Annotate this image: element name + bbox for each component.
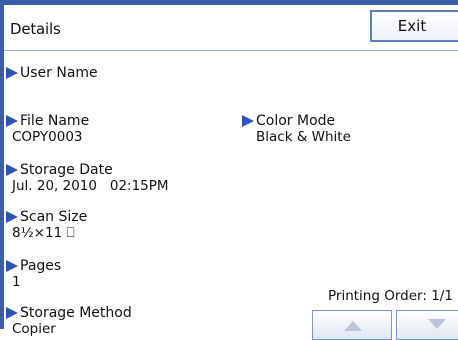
scan-size-value: 8½×11 ⎕ [12,225,75,241]
detail-color-mode: Color Mode Black & White [242,113,351,145]
storage-method-value: Copier [12,321,56,337]
color-mode-value: Black & White [256,129,351,145]
triangle-right-icon [6,164,18,176]
triangle-right-icon [6,307,18,319]
pages-label: Pages [20,258,62,274]
pages-value: 1 [12,274,21,290]
triangle-right-icon [6,211,18,223]
arrow-down-icon [428,319,446,329]
triangle-right-icon [6,115,18,127]
detail-scan-size: Scan Size 8½×11 ⎕ [6,209,87,241]
detail-storage-date: Storage Date Jul. 20, 2010 02:15PM [6,162,169,194]
storage-date-label: Storage Date [20,162,113,178]
storage-method-label: Storage Method [20,305,132,321]
printing-order: Printing Order: 1/1 [328,288,453,304]
triangle-right-icon [242,115,254,127]
arrow-up-icon [344,321,362,331]
printing-order-value: 1/1 [431,288,453,304]
detail-user-name: User Name [6,65,98,81]
file-name-value: COPY0003 [12,129,83,145]
detail-file-name: File Name COPY0003 [6,113,89,145]
printing-order-label: Printing Order: [328,288,427,304]
file-name-label: File Name [20,113,90,129]
exit-button[interactable]: Exit [370,10,458,42]
triangle-right-icon [6,67,18,79]
color-mode-label: Color Mode [256,113,336,129]
detail-storage-method: Storage Method Copier [6,305,132,337]
scroll-down-button[interactable] [396,310,458,340]
storage-date-value: Jul. 20, 2010 02:15PM [12,178,169,194]
page-title: Details [10,20,61,38]
triangle-right-icon [6,260,18,272]
scan-size-label: Scan Size [20,209,88,225]
scroll-up-button[interactable] [312,310,392,340]
user-name-label: User Name [20,65,98,81]
detail-pages: Pages 1 [6,258,61,290]
